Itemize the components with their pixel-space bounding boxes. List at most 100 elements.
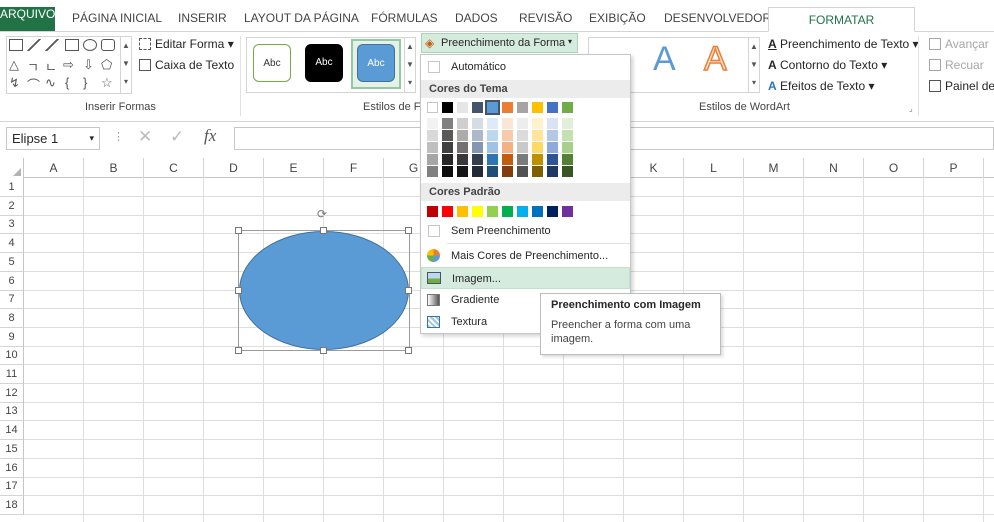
standard-color-swatch[interactable] — [502, 206, 513, 217]
theme-shade-swatch[interactable] — [517, 118, 528, 129]
standard-color-swatch[interactable] — [547, 206, 558, 217]
brace-right-shape-icon[interactable]: } — [83, 75, 87, 90]
theme-shade-swatch[interactable] — [562, 154, 573, 165]
theme-shade-swatch[interactable] — [487, 154, 498, 165]
select-all-button[interactable] — [0, 158, 24, 178]
theme-shade-swatch[interactable] — [442, 118, 453, 129]
style-blue-fill[interactable]: Abc — [357, 44, 395, 82]
theme-shade-swatch[interactable] — [547, 130, 558, 141]
theme-shade-swatch[interactable] — [502, 130, 513, 141]
selection-pane-button[interactable]: Painel de — [929, 79, 994, 93]
tab-page-layout[interactable]: LAYOUT DA PÁGINA — [244, 6, 359, 30]
theme-shade-swatch[interactable] — [532, 142, 543, 153]
arrow-right-shape-icon[interactable]: ⇨ — [63, 57, 74, 73]
theme-shade-swatch[interactable] — [442, 166, 453, 177]
theme-shade-swatch[interactable] — [502, 154, 513, 165]
tab-insert[interactable]: INSERIR — [178, 6, 227, 30]
row-header[interactable]: 1 — [0, 178, 24, 197]
bring-forward-button[interactable]: Avançar — [929, 37, 989, 51]
theme-color-swatch[interactable] — [532, 102, 543, 113]
flowchart-shape-icon[interactable]: ⬠ — [101, 57, 112, 73]
row-header[interactable]: 17 — [0, 477, 24, 497]
brace-left-shape-icon[interactable]: { — [65, 75, 69, 90]
standard-color-swatch[interactable] — [442, 206, 453, 217]
theme-shade-swatch[interactable] — [517, 154, 528, 165]
ellipse-shape[interactable] — [239, 231, 409, 350]
row-header[interactable]: 5 — [0, 252, 24, 272]
connector-shape-icon[interactable]: ㄴ — [45, 57, 57, 76]
theme-shade-swatch[interactable] — [547, 142, 558, 153]
standard-color-swatch[interactable] — [532, 206, 543, 217]
theme-shade-swatch[interactable] — [532, 118, 543, 129]
theme-shade-swatch[interactable] — [547, 154, 558, 165]
column-header[interactable]: K — [624, 158, 684, 178]
row-header[interactable]: 14 — [0, 421, 24, 441]
resize-handle-s[interactable] — [320, 347, 327, 354]
resize-handle-w[interactable] — [235, 287, 242, 294]
shapes-gallery[interactable]: △ ㄱ ㄴ ⇨ ⇩ ⬠ ↯ ⌒ ∿ { } ☆ ▲ ▼ ▾ — [6, 36, 132, 94]
menu-item-no-fill[interactable]: Sem Preenchimento — [421, 220, 630, 242]
theme-shade-swatch[interactable] — [472, 154, 483, 165]
column-header[interactable]: P — [924, 158, 984, 178]
row-header[interactable]: 2 — [0, 196, 24, 216]
standard-color-swatch[interactable] — [427, 206, 438, 217]
column-header[interactable]: O — [864, 158, 924, 178]
row-header[interactable]: 11 — [0, 365, 24, 384]
line-shape-icon[interactable] — [27, 39, 41, 51]
enter-icon[interactable]: ✓ — [170, 127, 184, 147]
theme-shade-swatch[interactable] — [457, 154, 468, 165]
row-header[interactable]: 6 — [0, 271, 24, 291]
theme-shade-swatch[interactable] — [487, 118, 498, 129]
column-header[interactable]: F — [324, 158, 384, 178]
theme-color-swatch[interactable] — [472, 102, 483, 113]
theme-shade-swatch[interactable] — [532, 130, 543, 141]
theme-shade-swatch[interactable] — [532, 154, 543, 165]
theme-shade-swatch[interactable] — [457, 130, 468, 141]
theme-color-swatch[interactable] — [502, 102, 513, 113]
standard-color-swatch[interactable] — [562, 206, 573, 217]
rotate-handle-icon[interactable]: ⟳ — [317, 207, 327, 221]
theme-shade-swatch[interactable] — [562, 130, 573, 141]
dialog-launcher-icon[interactable]: ⌟ — [909, 104, 913, 113]
oval-shape-icon[interactable] — [83, 39, 97, 51]
column-header[interactable]: M — [744, 158, 804, 178]
theme-color-swatch[interactable] — [485, 100, 500, 115]
theme-shade-swatch[interactable] — [427, 118, 438, 129]
theme-color-swatch[interactable] — [427, 102, 438, 113]
theme-shade-swatch[interactable] — [427, 154, 438, 165]
standard-color-swatch[interactable] — [472, 206, 483, 217]
style-black-fill[interactable]: Abc — [305, 44, 343, 82]
theme-shade-swatch[interactable] — [517, 142, 528, 153]
row-header[interactable]: 4 — [0, 234, 24, 254]
text-outline-button[interactable]: A Contorno do Texto ▾ — [768, 58, 887, 72]
style-white-outline[interactable]: Abc — [253, 44, 291, 82]
theme-shade-swatch[interactable] — [517, 166, 528, 177]
theme-shade-swatch[interactable] — [442, 130, 453, 141]
theme-shade-swatch[interactable] — [547, 166, 558, 177]
theme-shade-swatch[interactable] — [502, 142, 513, 153]
tab-file[interactable]: ARQUIVO — [0, 7, 55, 31]
theme-shade-swatch[interactable] — [472, 142, 483, 153]
edit-shape-button[interactable]: Editar Forma ▾ — [139, 37, 234, 51]
name-box[interactable]: Elipse 1 ▾ — [6, 127, 100, 150]
theme-shade-swatch[interactable] — [472, 166, 483, 177]
theme-shade-swatch[interactable] — [562, 118, 573, 129]
theme-color-swatch[interactable] — [442, 102, 453, 113]
rectangle-shape-icon[interactable] — [9, 39, 23, 51]
row-header[interactable]: 13 — [0, 402, 24, 422]
wordart-orange-a[interactable]: A — [703, 39, 727, 79]
text-effects-button[interactable]: A Efeitos de Texto ▾ — [768, 79, 875, 93]
resize-handle-sw[interactable] — [235, 347, 242, 354]
tab-developer[interactable]: DESENVOLVEDOR — [664, 6, 771, 30]
resize-handle-ne[interactable] — [405, 227, 412, 234]
freeform-shape-icon[interactable]: ∿ — [45, 75, 56, 91]
theme-shade-swatch[interactable] — [472, 118, 483, 129]
theme-shade-swatch[interactable] — [442, 154, 453, 165]
theme-shade-swatch[interactable] — [457, 142, 468, 153]
column-header[interactable]: C — [144, 158, 204, 178]
tab-view[interactable]: EXIBIÇÃO — [589, 6, 646, 30]
column-header[interactable]: E — [264, 158, 324, 178]
theme-shade-swatch[interactable] — [487, 166, 498, 177]
row-header[interactable]: 3 — [0, 215, 24, 235]
arc-shape-icon[interactable]: ⌒ — [27, 75, 40, 94]
